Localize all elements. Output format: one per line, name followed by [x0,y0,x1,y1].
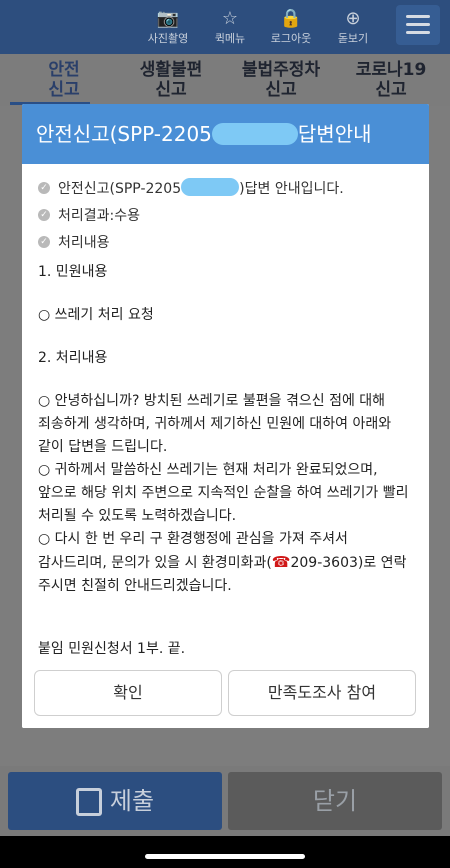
content-text: 처리내용 [58,234,110,251]
complaint-request: ○ 쓰레기 처리 요청 [38,307,154,323]
confirm-button[interactable]: 확인 [34,670,222,716]
check-icon: ✓ [38,208,50,221]
submit-label: 제출 [109,787,155,815]
reply-paragraph-1: ○ 안녕하십니까? 방치된 쓰레기로 불편을 겪으신 점에 대해 죄송하게 생각… [38,393,396,455]
dialog-title-suffix: 답변안내 [297,122,372,146]
zoom-in-icon: ⊕ [345,8,361,29]
tab-living-inconvenience[interactable]: 생활불편 신고 [118,60,224,100]
tab-safety-report[interactable]: 안전 신고 [22,60,106,100]
hamburger-icon [406,15,430,18]
phone-number: 209-3603 [290,555,358,571]
reply-paragraph-3: ○ 다시 한 번 우리 구 환경행정에 관심을 가져 주셔서 감사드리며, 문의… [38,528,413,598]
logout-label: 로그아웃 [270,32,312,45]
satisfaction-survey-button[interactable]: 만족도조사 참여 [228,670,416,716]
camera-label: 사진촬영 [147,32,189,45]
magnifier-button[interactable]: ⊕ 돋보기 [323,8,383,46]
check-item-result: ✓ 처리결과:수용 [38,201,413,228]
check-item-content: ✓ 처리내용 [38,228,413,255]
section-process-heading: 2. 처리내용 [38,350,108,366]
section-complaint-heading: 1. 민원내용 [38,264,108,280]
reply-paragraph-2: ○ 귀하께서 말씀하신 쓰레기는 현재 처리가 완료되었으며, 앞으로 해당 위… [38,462,413,524]
dialog-footer: 확인 만족도조사 참여 [22,656,429,728]
camera-button[interactable]: 📷 사진촬영 [138,8,198,46]
home-indicator[interactable] [145,854,305,859]
check-icon: ✓ [38,181,50,194]
home-area [0,836,450,868]
tab-covid19[interactable]: 코로나19 신고 [338,60,444,100]
notice-prefix: 안전신고(SPP-2205 [58,180,182,197]
dialog-title: 안전신고(SPP-2205 답변안내 [22,104,429,164]
close-button[interactable]: 닫기 [228,772,442,830]
check-icon: ✓ [38,235,50,248]
notice-suffix: )답변 안내입니다. [239,180,344,197]
magnifier-label: 돋보기 [337,32,369,45]
tab-illegal-parking[interactable]: 불법주정차 신고 [226,60,336,100]
document-check-icon [75,788,102,816]
dialog-title-prefix: 안전신고(SPP-2205 [36,122,212,146]
redaction-mask [181,177,240,196]
check-item-notice: ✓ 안전신고(SPP-2205 )답변 안내입니다. [38,174,413,201]
quick-menu-button[interactable]: ☆ 퀵메뉴 [200,8,260,46]
lock-icon: 🔒 [279,8,303,29]
answer-dialog: 안전신고(SPP-2205 답변안내 ✓ 안전신고(SPP-2205 )답변 안내입… [22,104,429,728]
result-text: 처리결과:수용 [58,207,140,224]
submit-button[interactable]: 제출 [8,772,222,830]
redaction-mask [211,122,298,145]
star-icon: ☆ [221,8,239,29]
hamburger-menu-button[interactable] [396,5,440,45]
logout-button[interactable]: 🔒 로그아웃 [261,8,321,46]
bottom-action-bar: 제출 닫기 [0,766,450,836]
attachment-note: 붙임 민원신청서 1부. 끝. [38,641,186,656]
top-app-bar: 📷 사진촬영 ☆ 퀵메뉴 🔒 로그아웃 ⊕ 돋보기 [0,0,450,54]
telephone-icon: ☎ [271,553,291,571]
quick-menu-label: 퀵메뉴 [214,32,246,45]
camera-icon: 📷 [156,8,180,29]
report-tabs: 안전 신고 생활불편 신고 불법주정차 신고 코로나19 신고 [0,54,450,106]
dialog-body[interactable]: ✓ 안전신고(SPP-2205 )답변 안내입니다. ✓ 처리결과:수용 ✓ 처리… [22,164,429,656]
